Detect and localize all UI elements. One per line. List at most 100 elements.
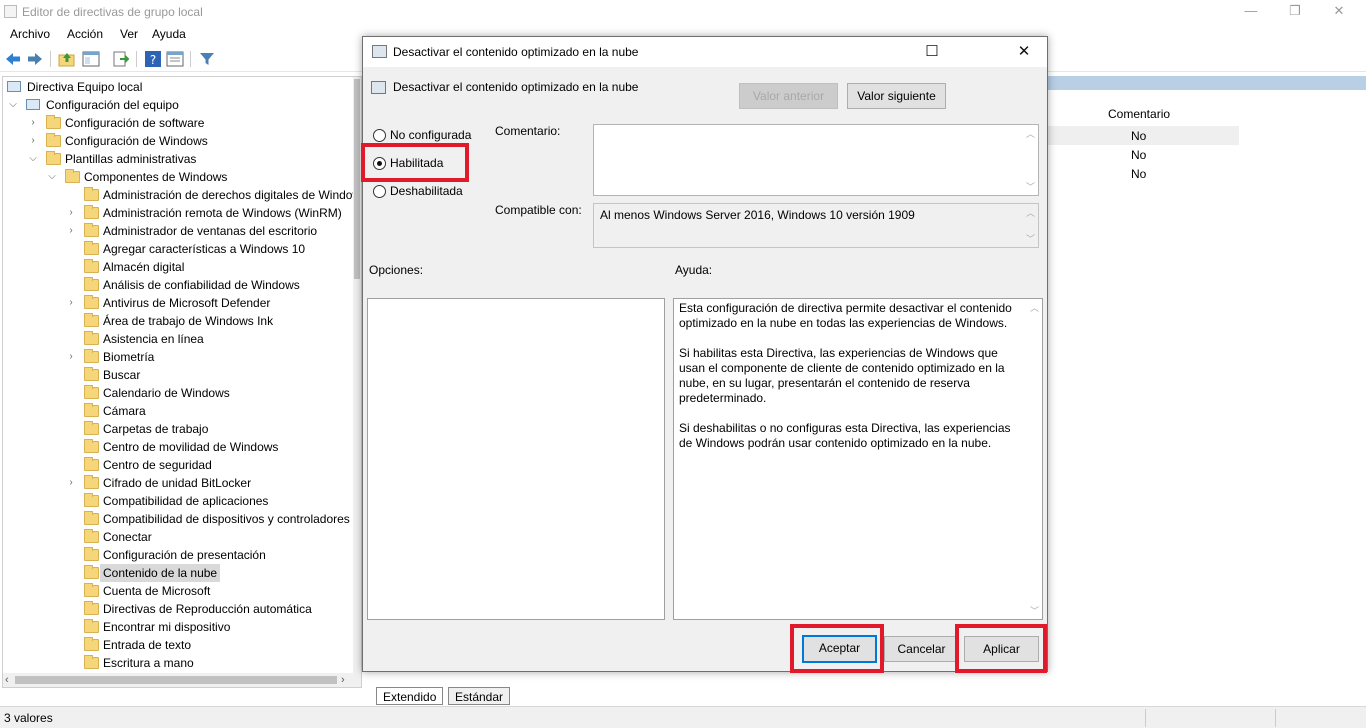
prev-setting-button[interactable]: Valor anterior (739, 83, 838, 109)
supported-scrollbar[interactable]: ︿ ﹀ (1023, 204, 1038, 247)
scroll-right-icon[interactable]: › (341, 673, 345, 687)
tree-item-label: Compatibilidad de aplicaciones (103, 494, 269, 508)
help-paragraph: Esta configuración de directiva permite … (679, 301, 1012, 330)
list-row[interactable]: No (1047, 145, 1239, 164)
folder-icon (84, 223, 99, 237)
tree-item-label: Conectar (103, 530, 152, 544)
tab-estandar[interactable]: Estándar (448, 687, 511, 705)
cancel-button[interactable]: Cancelar (884, 636, 959, 662)
folder-icon (65, 169, 80, 183)
tree-item-label: Cámara (103, 404, 146, 418)
restore-button[interactable]: ❐ (1272, 0, 1318, 24)
folder-icon (46, 151, 61, 165)
forward-icon[interactable] (26, 50, 44, 68)
help-scrollbar[interactable]: ︿ ﹀ (1027, 299, 1042, 619)
status-text: 3 valores (4, 711, 53, 725)
tree-item-label: Encontrar mi dispositivo (103, 620, 231, 634)
export-list-icon[interactable] (112, 50, 130, 68)
dialog-close-button[interactable]: ✕ (1001, 41, 1047, 63)
scroll-left-icon[interactable]: ‹ (5, 673, 9, 687)
tree-item-label: Directivas de Reproducción automática (103, 602, 312, 616)
tree-item-label: Antivirus de Microsoft Defender (103, 296, 271, 310)
chevron-right-icon[interactable]: › (65, 222, 77, 240)
tree-item-label: Contenido de la nube (100, 564, 221, 582)
folder-icon (84, 493, 99, 507)
folder-icon (84, 529, 99, 543)
help-panel: Esta configuración de directiva permite … (673, 298, 1043, 620)
ok-button[interactable]: Aceptar (802, 635, 877, 663)
chevron-down-icon[interactable]: ⌵ (27, 150, 39, 168)
tree-item-label: Análisis de confiabilidad de Windows (103, 278, 300, 292)
chevron-right-icon[interactable]: › (65, 348, 77, 366)
list-row[interactable]: No (1047, 164, 1239, 183)
tree-item-label: Administración remota de Windows (WinRM) (103, 206, 342, 220)
tree-item-label: Compatibilidad de dispositivos y control… (103, 512, 350, 526)
chevron-down-icon[interactable]: ⌵ (46, 168, 58, 186)
supported-field: Al menos Windows Server 2016, Windows 10… (593, 203, 1039, 248)
properties-icon[interactable] (166, 50, 184, 68)
chevron-right-icon[interactable]: › (27, 132, 39, 150)
folder-icon (84, 637, 99, 651)
folder-icon (84, 277, 99, 291)
menu-ver[interactable]: Ver (120, 27, 138, 41)
show-hide-tree-icon[interactable] (82, 50, 100, 68)
tree-item-label: Administrador de ventanas del escritorio (103, 224, 318, 238)
next-setting-button[interactable]: Valor siguiente (847, 83, 946, 109)
folder-icon (84, 331, 99, 345)
comment-scrollbar[interactable]: ︿ ﹀ (1023, 125, 1038, 195)
toolbar-separator (50, 51, 51, 67)
dialog-titlebar: Desactivar el contenido optimizado en la… (363, 37, 1047, 67)
app-icon (4, 5, 17, 18)
apply-button[interactable]: Aplicar (964, 636, 1039, 662)
dialog-title: Desactivar el contenido optimizado en la… (393, 45, 639, 59)
scroll-thumb[interactable] (354, 79, 360, 279)
radio-circle[interactable] (373, 129, 386, 142)
chevron-right-icon[interactable]: › (65, 474, 77, 492)
chevron-down-icon[interactable]: ⌵ (7, 96, 19, 114)
policy-tree[interactable]: Directiva Equipo local ⌵ Configuración d… (2, 76, 362, 688)
chevron-right-icon[interactable]: › (65, 204, 77, 222)
radio-circle[interactable] (373, 157, 386, 170)
dialog-maximize-button[interactable]: ☐ (909, 41, 955, 63)
folder-icon (84, 403, 99, 417)
main-titlebar: Editor de directivas de grupo local — ❐ … (0, 0, 1366, 24)
help-icon[interactable]: ? (144, 50, 162, 68)
close-button[interactable]: ✕ (1316, 0, 1362, 24)
radio-circle[interactable] (373, 185, 386, 198)
column-comentario[interactable]: Comentario (1108, 107, 1170, 121)
status-bar: 3 valores (0, 706, 1366, 728)
up-folder-icon[interactable] (58, 50, 76, 68)
folder-icon (84, 349, 99, 363)
filter-icon[interactable] (198, 50, 216, 68)
folder-icon (84, 385, 99, 399)
tree-item-label: Carpetas de trabajo (103, 422, 209, 436)
tree-item-label: Configuración de presentación (103, 548, 266, 562)
comment-field[interactable]: ︿ ﹀ (593, 124, 1039, 196)
menu-archivo[interactable]: Archivo (10, 27, 50, 41)
tree-item-label: Calendario de Windows (103, 386, 230, 400)
chevron-right-icon[interactable]: › (65, 294, 77, 312)
comment-label: Comentario: (495, 124, 561, 138)
menu-accion[interactable]: Acción (67, 27, 103, 41)
folder-icon (84, 547, 99, 561)
tree-item-label: Centro de seguridad (103, 458, 212, 472)
scroll-thumb[interactable] (15, 676, 337, 684)
tree-horizontal-scrollbar[interactable]: ‹ › (3, 673, 361, 687)
status-divider (1275, 709, 1276, 727)
list-row[interactable]: No (1047, 126, 1239, 145)
svg-text:?: ? (150, 53, 156, 67)
chevron-right-icon[interactable]: › (27, 114, 39, 132)
tree-vertical-scrollbar[interactable] (353, 77, 361, 687)
folder-icon (84, 511, 99, 525)
supported-label: Compatible con: (495, 203, 582, 217)
minimize-button[interactable]: — (1228, 0, 1274, 24)
folder-icon (84, 241, 99, 255)
menu-ayuda[interactable]: Ayuda (152, 27, 186, 41)
radio-selected-dot (377, 161, 382, 166)
folder-icon (84, 457, 99, 471)
tab-extendido[interactable]: Extendido (376, 687, 444, 705)
tree-item-label: Administración de derechos digitales de … (103, 188, 362, 202)
back-icon[interactable] (4, 50, 22, 68)
folder-icon (84, 313, 99, 327)
tree-item-label: Asistencia en línea (103, 332, 204, 346)
